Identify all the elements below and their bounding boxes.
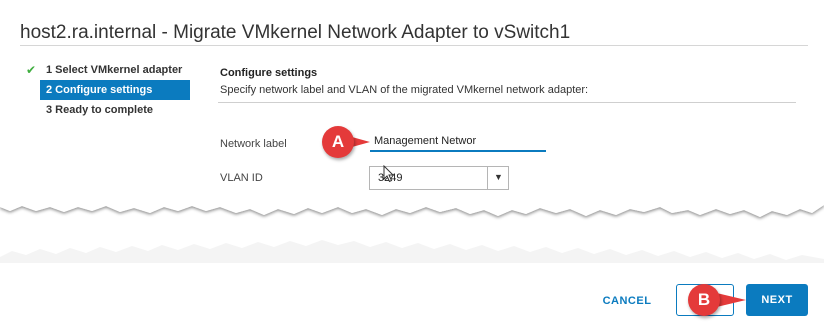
cancel-button[interactable]: CANCEL [592, 290, 662, 312]
section-description: Specify network label and VLAN of the mi… [220, 84, 589, 96]
step-label: 1 Select VMkernel adapter [46, 64, 183, 76]
title-divider [20, 45, 808, 46]
dialog-title: host2.ra.internal - Migrate VMkernel Net… [20, 22, 571, 43]
step-select-vmkernel-adapter[interactable]: ✔ 1 Select VMkernel adapter [20, 60, 206, 80]
chevron-down-icon: ▼ [494, 172, 503, 182]
mouse-cursor-icon [383, 165, 395, 183]
section-divider [218, 102, 796, 103]
step-configure-settings[interactable]: 2 Configure settings [40, 80, 190, 100]
annotation-b-badge: B [688, 284, 720, 316]
section-heading: Configure settings [220, 67, 318, 79]
next-button[interactable]: NEXT [746, 284, 808, 316]
network-label-input[interactable] [370, 132, 546, 152]
network-label-label: Network label [220, 138, 287, 150]
dropdown-toggle[interactable]: ▼ [487, 167, 508, 189]
checkmark-icon: ✔ [26, 63, 37, 77]
wizard-steps: ✔ 1 Select VMkernel adapter 2 Configure … [20, 60, 206, 120]
step-label: 3 Ready to complete [46, 104, 153, 116]
torn-paper-divider [0, 195, 824, 263]
step-ready-to-complete: 3 Ready to complete [20, 100, 206, 120]
vlan-id-label: VLAN ID [220, 172, 263, 184]
annotation-a-badge: A [322, 126, 354, 158]
step-label: 2 Configure settings [46, 84, 153, 96]
